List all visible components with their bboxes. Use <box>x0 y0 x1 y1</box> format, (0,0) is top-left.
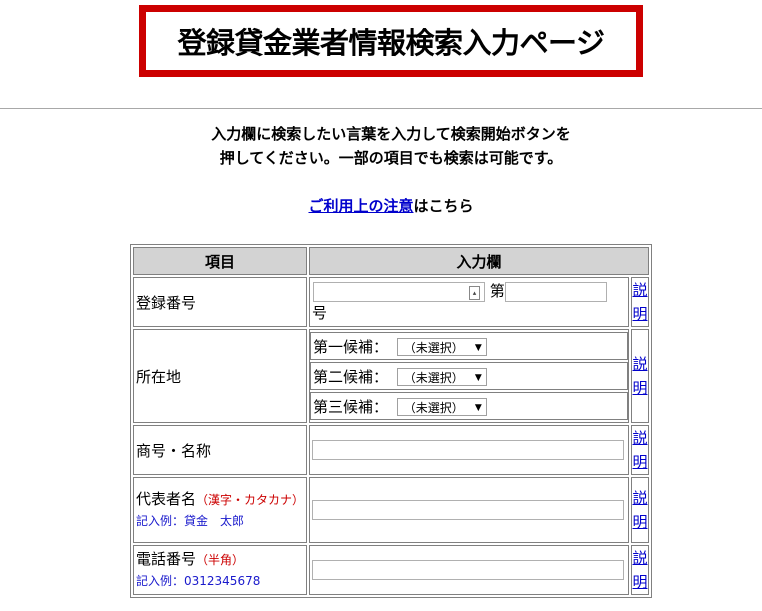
registration-label: 登録番号 <box>133 277 307 327</box>
header-row: 項目 入力欄 <box>133 247 649 275</box>
address-candidate-row: 第二候補： （未選択） ▼ <box>310 362 628 390</box>
address-candidates: 第一候補： （未選択） ▼ 第二候補： （未選択） ▼ 第三候補： （未選択） ▼ <box>310 330 628 422</box>
phone-label-cell: 電話番号（半角） 記入例：0312345678 <box>133 545 307 595</box>
intro-line-2: 押してください。一部の項目でも検索は可能です。 <box>219 149 563 167</box>
header-input: 入力欄 <box>309 247 649 275</box>
candidate-1-select[interactable]: （未選択） ▼ <box>396 338 487 356</box>
candidate-3-select[interactable]: （未選択） ▼ <box>396 398 487 416</box>
page-title-frame: 登録貸金業者情報検索入力ページ <box>139 5 643 77</box>
header-item: 項目 <box>133 247 307 275</box>
row-trade-name: 商号・名称 説 明 <box>133 425 649 475</box>
row-address: 所在地 第一候補： （未選択） ▼ 第二候補： （未選択） ▼ 第三候補： （未… <box>133 329 649 423</box>
phone-label: 電話番号 <box>136 550 197 568</box>
trade-name-input[interactable] <box>312 440 624 460</box>
page-title-inner: 登録貸金業者情報検索入力ページ <box>145 11 637 71</box>
horizontal-divider <box>0 108 762 109</box>
desc-link-top[interactable]: 説 <box>632 355 647 373</box>
desc-link-top[interactable]: 説 <box>632 489 647 507</box>
candidate-2-label: 第二候補： <box>313 367 389 386</box>
row-phone: 電話番号（半角） 記入例：0312345678 説 明 <box>133 545 649 595</box>
representative-desc-link[interactable]: 説 明 <box>631 477 649 543</box>
chevron-down-icon: ▼ <box>474 403 482 413</box>
phone-desc-link[interactable]: 説 明 <box>631 545 649 595</box>
row-registration: 登録番号 ▴ 第 号 説 明 <box>133 277 649 327</box>
ime-icon: ▴ <box>469 285 480 300</box>
representative-input[interactable] <box>312 500 624 520</box>
representative-label-cell: 代表者名（漢字・カタカナ） 記入例：貸金 太郎 <box>133 477 307 543</box>
desc-link-top[interactable]: 説 <box>632 281 647 299</box>
usage-notice-link[interactable]: ご利用上の注意 <box>308 197 413 215</box>
intro-line-1: 入力欄に検索したい言葉を入力して検索開始ボタンを <box>211 125 571 143</box>
registration-input-cell: ▴ 第 号 <box>309 277 629 327</box>
notice-suffix: はこちら <box>413 197 474 215</box>
address-candidate-row: 第三候補： （未選択） ▼ <box>310 392 628 420</box>
representative-input-cell <box>309 477 629 543</box>
trade-name-input-cell <box>309 425 629 475</box>
representative-label: 代表者名 <box>136 490 197 508</box>
phone-input-cell <box>309 545 629 595</box>
address-desc-link[interactable]: 説 明 <box>631 329 649 423</box>
desc-link-bottom[interactable]: 明 <box>632 453 647 471</box>
desc-link-bottom[interactable]: 明 <box>632 305 647 323</box>
intro-text: 入力欄に検索したい言葉を入力して検索開始ボタンを 押してください。一部の項目でも… <box>0 122 762 170</box>
row-representative: 代表者名（漢字・カタカナ） 記入例：貸金 太郎 説 明 <box>133 477 649 543</box>
address-label: 所在地 <box>133 329 307 423</box>
registration-number-input-2[interactable] <box>504 281 607 302</box>
representative-note: （漢字・カタカナ） <box>196 493 305 507</box>
candidate-1-value: （未選択） <box>403 341 464 355</box>
desc-link-bottom[interactable]: 明 <box>632 573 647 591</box>
registration-desc-link[interactable]: 説 明 <box>631 277 649 327</box>
registration-prefix: 第 <box>489 282 505 300</box>
candidate-2-select[interactable]: （未選択） ▼ <box>396 368 487 386</box>
trade-name-desc-link[interactable]: 説 明 <box>631 425 649 475</box>
desc-link-bottom[interactable]: 明 <box>632 513 647 531</box>
registration-suffix: 号 <box>312 304 328 322</box>
address-input-cell: 第一候補： （未選択） ▼ 第二候補： （未選択） ▼ 第三候補： （未選択） ▼ <box>309 329 629 423</box>
phone-note: （半角） <box>196 553 245 567</box>
chevron-down-icon: ▼ <box>474 373 482 383</box>
address-candidate-row: 第一候補： （未選択） ▼ <box>310 332 628 360</box>
desc-link-bottom[interactable]: 明 <box>632 379 647 397</box>
page-title: 登録貸金業者情報検索入力ページ <box>177 26 605 60</box>
candidate-3-label: 第三候補： <box>313 397 389 416</box>
candidate-2-value: （未選択） <box>403 371 464 385</box>
search-form-table: 項目 入力欄 登録番号 ▴ 第 号 説 明 所在地 第一候補： （未選択） ▼ <box>130 244 652 598</box>
notice-line: ご利用上の注意はこちら <box>0 195 762 216</box>
phone-example: 記入例：0312345678 <box>136 574 261 588</box>
chevron-down-icon: ▼ <box>474 343 482 353</box>
phone-input[interactable] <box>312 560 624 580</box>
registration-number-input[interactable]: ▴ <box>313 281 485 302</box>
desc-link-top[interactable]: 説 <box>632 549 647 567</box>
candidate-1-label: 第一候補： <box>313 337 389 356</box>
candidate-1: 第一候補： （未選択） ▼ <box>310 332 628 360</box>
candidate-3: 第三候補： （未選択） ▼ <box>310 392 628 420</box>
candidate-3-value: （未選択） <box>403 401 464 415</box>
trade-name-label: 商号・名称 <box>133 425 307 475</box>
candidate-2: 第二候補： （未選択） ▼ <box>310 362 628 390</box>
representative-example: 記入例：貸金 太郎 <box>136 514 245 528</box>
desc-link-top[interactable]: 説 <box>632 429 647 447</box>
